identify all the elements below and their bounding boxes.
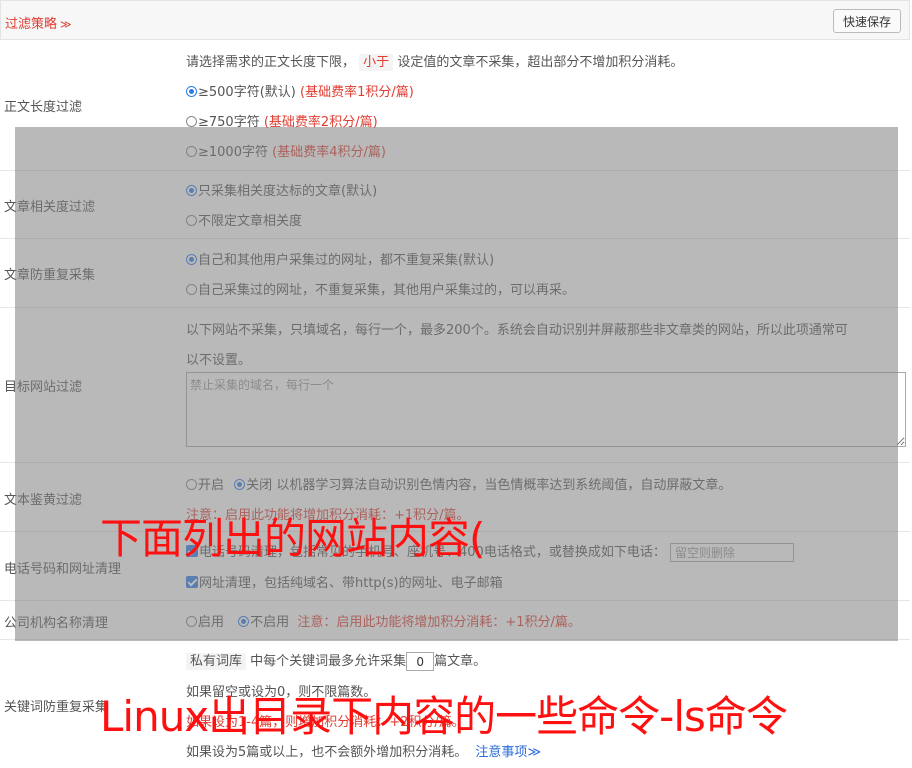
site-filter-desc-2: 以不设置。	[186, 353, 252, 368]
filter-strategy-header: 过滤策略 ≫ 快速保存	[0, 0, 910, 40]
relevance-label: 文章相关度过滤	[4, 200, 96, 215]
relevance-option-unlimited[interactable]: 不限定文章相关度	[186, 210, 302, 229]
notes-link-text[interactable]: 注意事项	[475, 745, 527, 760]
rate-note: (基础费率4积分/篇)	[272, 145, 386, 160]
notes-link[interactable]: 注意事项≫	[475, 745, 541, 760]
chevron-down-icon[interactable]: ≫	[527, 745, 541, 760]
length-filter-row: 正文长度过滤 请选择需求的正文长度下限， 小于 设定值的文章不采集，超出部分不增…	[0, 40, 910, 171]
site-filter-desc-1: 以下网站不采集，只填域名，每行一个，最多200个。系统会自动识别并屏蔽那些非文章…	[186, 323, 848, 338]
dedupe-row: 文章防重复采集 自己和其他用户采集过的网址，都不重复采集(默认) 自己采集过的网…	[0, 239, 910, 308]
radio-button[interactable]	[234, 479, 246, 490]
option-label[interactable]: ≥500字符(默认)	[198, 85, 296, 100]
desc-text: 设定值的文章不采集，超出部分不增加积分消耗。	[397, 55, 684, 70]
chevron-down-icon[interactable]: ≫	[60, 18, 72, 31]
section-title-text[interactable]: 过滤策略	[5, 17, 57, 32]
off-option-label[interactable]: 关闭	[246, 478, 272, 493]
length-filter-desc: 请选择需求的正文长度下限， 小于 设定值的文章不采集，超出部分不增加积分消耗。	[186, 51, 684, 71]
less-than-tag: 小于	[359, 54, 394, 71]
porn-filter-label: 文本鉴黄过滤	[4, 493, 83, 508]
radio-button[interactable]	[186, 146, 197, 157]
line1-text: 中每个关键词最多允许采集	[250, 654, 407, 669]
private-lexicon-tag[interactable]: 私有词库	[186, 653, 247, 670]
rate-note: (基础费率2积分/篇)	[263, 115, 378, 130]
radio-button[interactable]	[186, 215, 197, 226]
url-clean-text[interactable]: 网址清理，包括纯域名、带http(s)的网址、电子邮箱	[199, 576, 503, 591]
radio-button[interactable]	[186, 185, 197, 196]
option-label[interactable]: 只采集相关度达标的文章(默认)	[198, 184, 377, 199]
site-filter-label: 目标网站过滤	[4, 380, 83, 395]
line1-end: 篇文章。	[434, 654, 487, 669]
radio-button[interactable]	[186, 479, 197, 490]
option-label[interactable]: 自己采集过的网址，不重复采集，其他用户采集过的，可以再采。	[198, 283, 575, 298]
on-option-label[interactable]: 开启	[198, 478, 224, 493]
radio-button[interactable]	[186, 284, 197, 295]
option-label[interactable]: ≥750字符	[198, 115, 260, 130]
desc-text: 请选择需求的正文长度下限，	[186, 55, 356, 70]
option-label[interactable]: 不限定文章相关度	[198, 214, 302, 229]
relevance-option-default[interactable]: 只采集相关度达标的文章(默认)	[186, 180, 377, 199]
porn-filter-options: 开启 关闭 以机器学习算法自动识别色情内容，当色情概率达到系统阈值，自动屏蔽文章…	[186, 474, 731, 493]
checkbox-checked[interactable]	[186, 576, 198, 588]
radio-button[interactable]	[238, 616, 250, 627]
keyword-dedupe-line1: 私有词库 中每个关键词最多允许采集 篇文章。	[186, 650, 486, 671]
section-title[interactable]: 过滤策略 ≫	[5, 13, 72, 32]
length-option-1000[interactable]: ≥1000字符 (基础费率4积分/篇)	[186, 141, 386, 160]
radio-button[interactable]	[186, 116, 197, 127]
porn-filter-desc: 以机器学习算法自动识别色情内容，当色情概率达到系统阈值，自动屏蔽文章。	[276, 478, 732, 493]
length-option-500[interactable]: ≥500字符(默认) (基础费率1积分/篇)	[186, 81, 414, 100]
length-filter-label: 正文长度过滤	[4, 100, 83, 115]
option-label[interactable]: 自己和其他用户采集过的网址，都不重复采集(默认)	[198, 253, 494, 268]
caption-bottom: Linux出目录下内容的一些命令-ls命令	[100, 692, 788, 741]
radio-button[interactable]	[186, 254, 197, 265]
company-note: 注意：启用此功能将增加积分消耗：+1积分/篇。	[297, 615, 581, 630]
line4-text: 如果设为5篇或以上，也不会额外增加积分消耗。	[186, 745, 468, 760]
relevance-row: 文章相关度过滤 只采集相关度达标的文章(默认) 不限定文章相关度	[0, 171, 910, 239]
disable-option-label[interactable]: 不启用	[250, 615, 289, 630]
company-options: 启用 不启用 注意：启用此功能将增加积分消耗：+1积分/篇。	[186, 611, 581, 630]
rate-note: (基础费率1积分/篇)	[300, 85, 414, 100]
dedupe-label: 文章防重复采集	[4, 268, 96, 283]
length-option-750[interactable]: ≥750字符 (基础费率2积分/篇)	[186, 111, 378, 130]
dedupe-option-all[interactable]: 自己和其他用户采集过的网址，都不重复采集(默认)	[186, 249, 494, 268]
radio-button[interactable]	[186, 616, 197, 627]
enable-option-label[interactable]: 启用	[198, 615, 224, 630]
quick-save-button[interactable]: 快速保存	[832, 9, 901, 33]
radio-button[interactable]	[186, 86, 197, 97]
option-label[interactable]: ≥1000字符	[198, 145, 268, 160]
keyword-dedupe-label: 关键词防重复采集	[4, 700, 109, 715]
replacement-phone-input[interactable]	[669, 543, 794, 562]
company-label: 公司机构名称清理	[4, 616, 109, 631]
max-articles-input[interactable]	[406, 652, 435, 671]
dedupe-option-self[interactable]: 自己采集过的网址，不重复采集，其他用户采集过的，可以再采。	[186, 279, 575, 298]
url-clean-option[interactable]: 网址清理，包括纯域名、带http(s)的网址、电子邮箱	[186, 572, 503, 591]
blocked-domains-textarea[interactable]	[186, 372, 906, 447]
company-row: 公司机构名称清理 启用 不启用 注意：启用此功能将增加积分消耗：+1积分/篇。	[0, 601, 910, 640]
caption-top: 下面列出的网站内容(	[100, 514, 485, 563]
